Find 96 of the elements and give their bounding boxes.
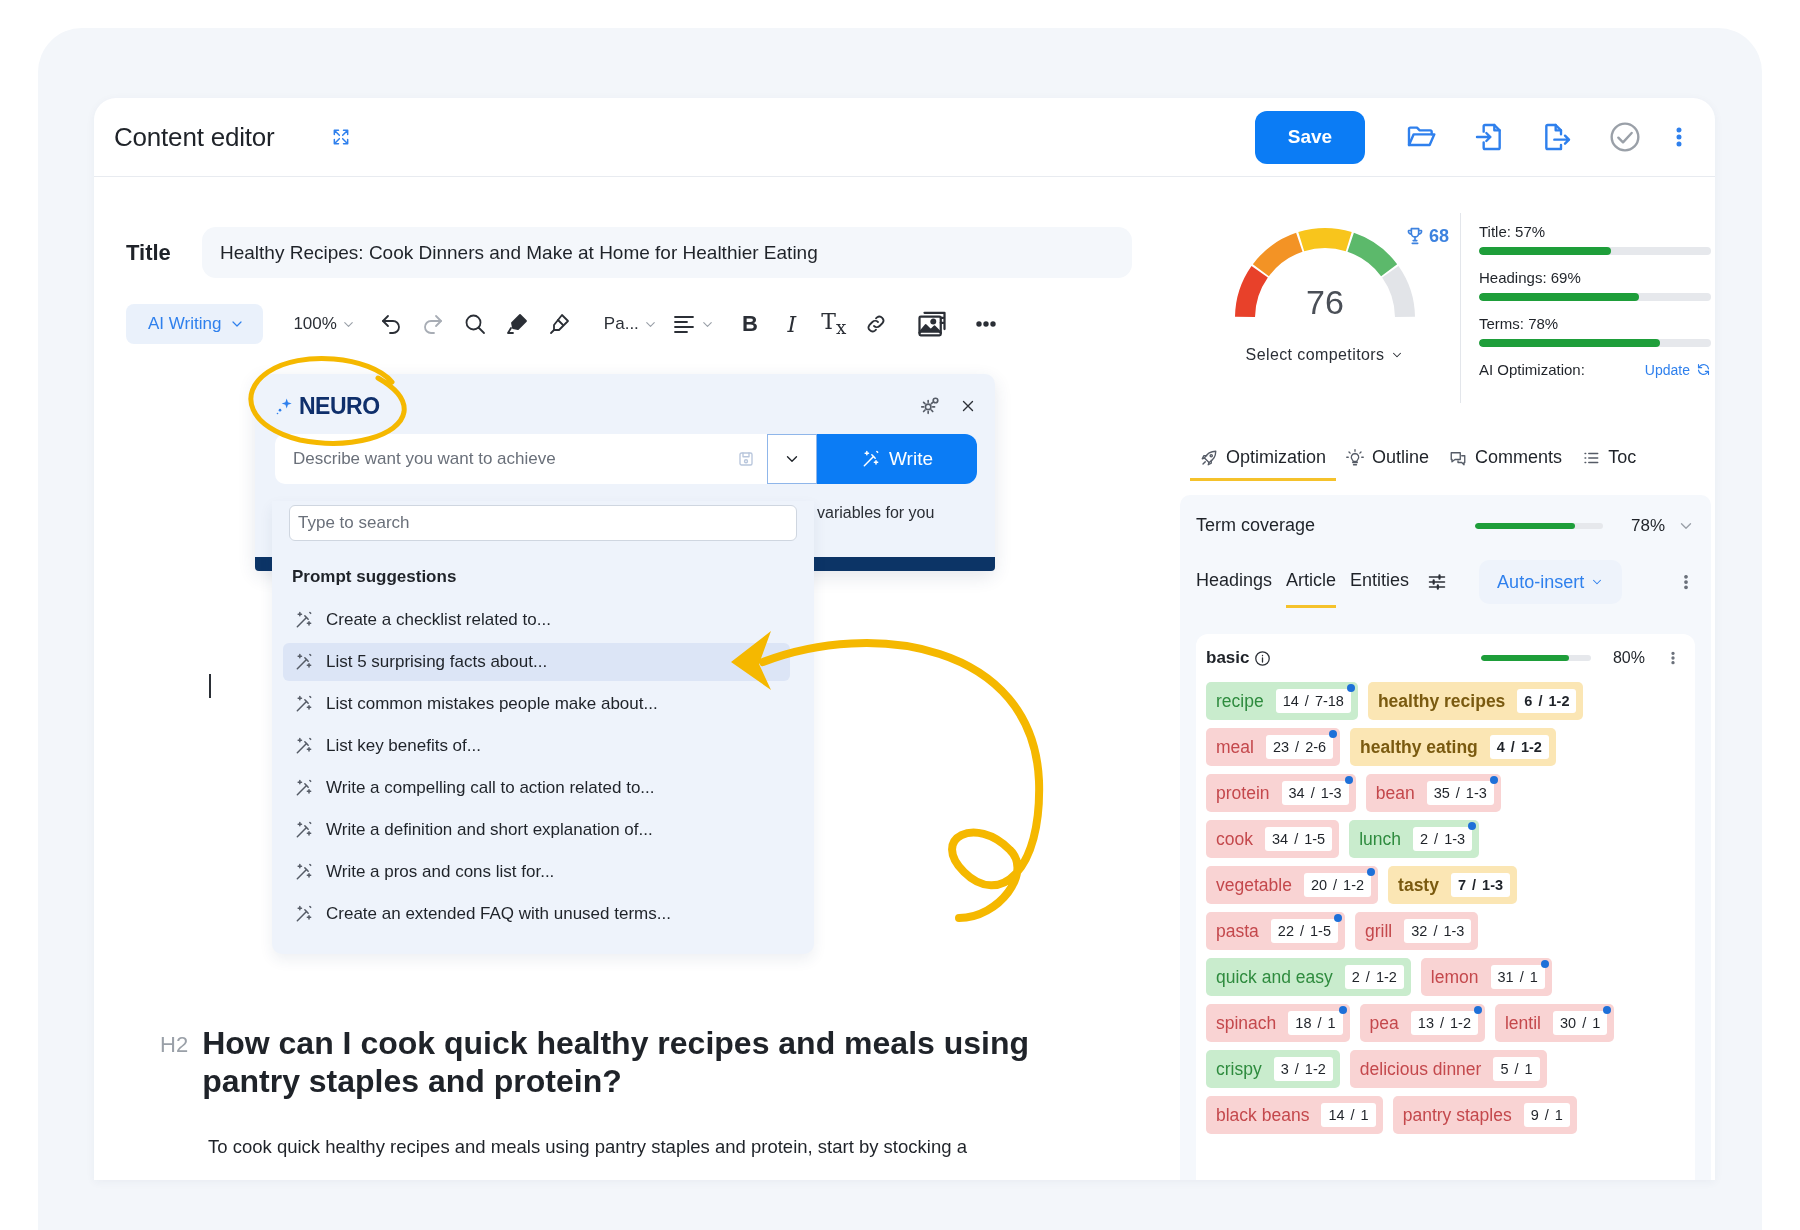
- term-count: 5 / 1: [1493, 1057, 1540, 1081]
- magic-wand-icon: [294, 820, 314, 840]
- magic-wand-icon: [294, 778, 314, 798]
- term-count: 7 / 1-3: [1450, 873, 1511, 897]
- image-icon[interactable]: [916, 309, 947, 339]
- term-count: 9 / 1: [1523, 1103, 1570, 1127]
- text-cursor: [209, 674, 211, 698]
- magic-wand-icon: [861, 449, 881, 469]
- suggestion-item[interactable]: Write a pros and cons list for...: [283, 853, 790, 891]
- term-tag[interactable]: pantry staples 9 / 1: [1392, 1096, 1577, 1134]
- term-tag[interactable]: meal 23 / 2-6: [1206, 728, 1341, 766]
- clear-format-button[interactable]: T$_{x}$: [820, 309, 847, 339]
- term-count: 6 / 1-2: [1517, 689, 1577, 713]
- magic-wand-icon: [294, 736, 314, 756]
- term-tab[interactable]: Headings: [1196, 570, 1273, 608]
- term-coverage-label: Term coverage: [1196, 515, 1316, 536]
- section-heading: Prompt suggestions: [292, 567, 458, 587]
- heading-level-label: H2: [160, 1032, 189, 1058]
- magic-wand-icon: [294, 694, 314, 714]
- title-input[interactable]: Healthy Recipes: Cook Dinners and Make at Home for Healthier Eating: [202, 227, 1132, 278]
- field-label: Title: [126, 239, 172, 266]
- term-count: 14 / 1: [1321, 1103, 1376, 1127]
- article-paragraph: To cook quick healthy recipes and meals using pantry staples and protein, start by stocking a: [208, 1136, 968, 1158]
- panel-tab[interactable]: Outline: [1336, 447, 1440, 481]
- term-tag[interactable]: lemon 31 / 1: [1420, 958, 1552, 996]
- suggestion-item[interactable]: Create an extended FAQ with unused terms...: [283, 895, 790, 933]
- bold-button[interactable]: B: [736, 311, 763, 337]
- suggestion-item[interactable]: List key benefits of...: [283, 727, 790, 765]
- term-tag[interactable]: black beans 14 / 1: [1206, 1096, 1383, 1134]
- suggestion-item[interactable]: Create a checklist related to...: [283, 601, 790, 639]
- write-button[interactable]: Write: [817, 434, 977, 484]
- info-icon[interactable]: [1254, 649, 1272, 667]
- save-button[interactable]: Save: [1255, 110, 1365, 164]
- term-tag[interactable]: pea 13 / 1-2: [1359, 1004, 1485, 1042]
- suggestion-item[interactable]: Write a definition and short explanation of...: [283, 811, 790, 849]
- zoom-dropdown[interactable]: 100%: [293, 314, 356, 334]
- suggestion-item[interactable]: Write a compelling call to action related to...: [283, 769, 790, 807]
- score-value: 76: [1305, 283, 1345, 322]
- term-tag[interactable]: delicious dinner 5 / 1: [1349, 1050, 1547, 1088]
- term-tab[interactable]: Entities: [1350, 570, 1410, 608]
- term-tag[interactable]: lunch 2 / 1-3: [1349, 820, 1480, 858]
- sparkle-icon: [275, 396, 295, 416]
- competitors-dropdown[interactable]: Select competitors: [1245, 346, 1405, 364]
- term-tag[interactable]: lentil 30 / 1: [1495, 1004, 1615, 1042]
- panel-tab[interactable]: Toc: [1572, 447, 1647, 481]
- lightbulb-icon: [1346, 448, 1365, 467]
- term-tag[interactable]: crispy 3 / 1-2: [1206, 1050, 1340, 1088]
- term-count: 3 / 1-2: [1273, 1057, 1333, 1081]
- benchmark-score: 68: [1403, 225, 1449, 247]
- term-count: 2 / 1-2: [1344, 965, 1404, 989]
- term-count: 34 / 1-5: [1264, 827, 1333, 851]
- panel-tab[interactable]: Optimization: [1190, 447, 1337, 481]
- magic-wand-icon: [294, 652, 314, 672]
- term-tag[interactable]: cook 34 / 1-5: [1206, 820, 1340, 858]
- percentage-value: 78%: [1630, 515, 1665, 536]
- term-tag[interactable]: tasty 7 / 1-3: [1388, 866, 1518, 904]
- term-count: 32 / 1-3: [1404, 919, 1472, 943]
- percentage-value: 80%: [1612, 649, 1645, 667]
- term-tag[interactable]: healthy eating 4 / 1-2: [1350, 728, 1556, 766]
- search-field[interactable]: Type to search: [289, 505, 797, 541]
- page-title: Content editor: [114, 121, 275, 153]
- panel-tab[interactable]: Comments: [1439, 447, 1573, 481]
- term-tag[interactable]: protein 34 / 1-3: [1206, 774, 1356, 812]
- check-circle-icon[interactable]: [1609, 121, 1641, 153]
- italic-button[interactable]: I: [778, 311, 805, 337]
- term-tag[interactable]: healthy recipes 6 / 1-2: [1367, 682, 1584, 720]
- rocket-icon: [1200, 448, 1218, 467]
- term-count: 4 / 1-2: [1489, 735, 1549, 759]
- metric-label: AI Optimization:: [1479, 361, 1585, 378]
- term-tag[interactable]: recipe 14 / 7-18: [1206, 682, 1358, 720]
- term-tag[interactable]: bean 35 / 1-3: [1365, 774, 1501, 812]
- magic-wand-icon: [294, 862, 314, 882]
- neuro-logo: NEURO: [275, 392, 380, 420]
- filter-icon[interactable]: [1427, 572, 1448, 592]
- suggestion-item[interactable]: List common mistakes people make about...: [283, 685, 790, 723]
- metric-label: Title: 57%: [1479, 223, 1547, 240]
- marker-icon[interactable]: [504, 312, 529, 336]
- term-tag[interactable]: spinach 18 / 1: [1206, 1004, 1350, 1042]
- suggestion-item[interactable]: List 5 surprising facts about...: [283, 643, 790, 681]
- term-tag[interactable]: grill 32 / 1-3: [1355, 912, 1479, 950]
- metric-label: Terms: 78%: [1479, 315, 1560, 332]
- term-tag[interactable]: vegetable 20 / 1-2: [1206, 866, 1379, 904]
- prompt-input[interactable]: Describe want you want to achieve: [275, 434, 767, 484]
- magic-wand-icon: [294, 610, 314, 630]
- group-name: basic: [1206, 648, 1250, 668]
- magic-wand-icon: [294, 904, 314, 924]
- term-tag[interactable]: quick and easy 2 / 1-2: [1206, 958, 1411, 996]
- paragraph-style-dropdown[interactable]: Pa...: [603, 314, 658, 334]
- article-heading: How can I cook quick healthy recipes and meals using pantry staples and protein?: [202, 1024, 1031, 1100]
- settings-icon[interactable]: [919, 395, 941, 417]
- refresh-icon: [1696, 362, 1711, 377]
- term-tag[interactable]: pasta 22 / 1-5: [1206, 912, 1345, 950]
- update-link[interactable]: Update: [1644, 361, 1711, 378]
- hint-text: variables for you: [817, 504, 935, 522]
- term-tab[interactable]: Article: [1286, 570, 1337, 608]
- metric-label: Headings: 69%: [1479, 269, 1582, 286]
